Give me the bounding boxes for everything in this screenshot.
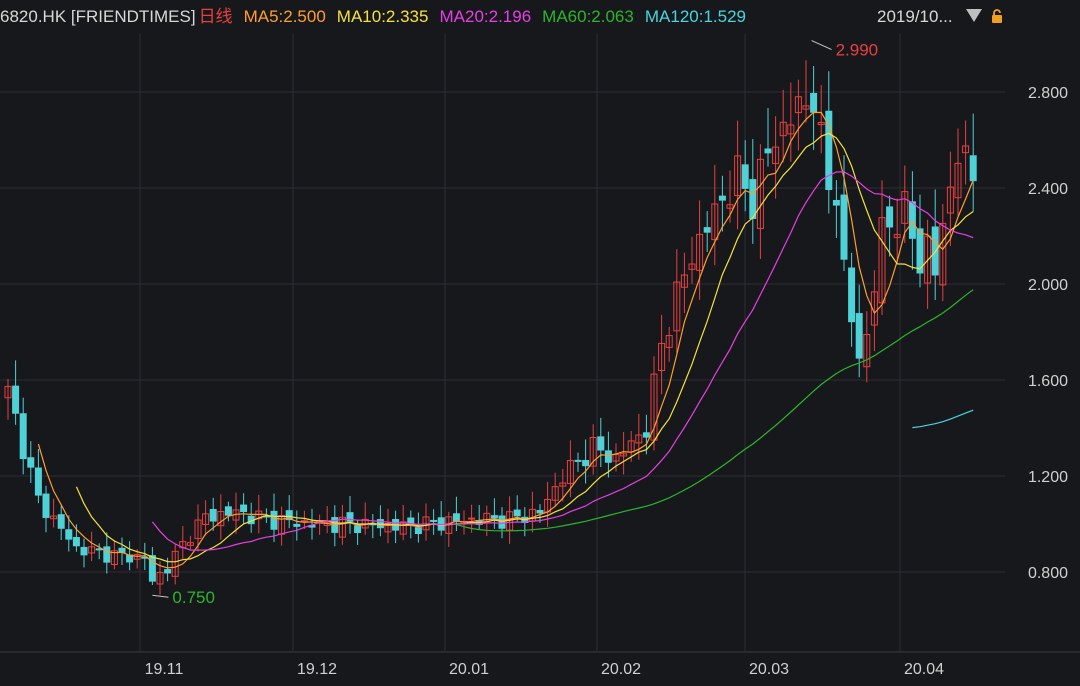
date-range-selector[interactable]: 2019/10... bbox=[877, 6, 953, 28]
y-tick-label: 1.600 bbox=[1028, 373, 1068, 390]
candle-body bbox=[42, 493, 50, 518]
ma120-line bbox=[912, 409, 974, 429]
ma60-line bbox=[456, 289, 974, 532]
candle-body bbox=[34, 467, 42, 496]
ma5-line bbox=[37, 111, 974, 569]
candle-body bbox=[224, 506, 232, 516]
period-label[interactable]: 日线 bbox=[199, 7, 233, 26]
candle-body bbox=[468, 517, 476, 520]
candle-body bbox=[810, 92, 818, 113]
candle-body bbox=[536, 510, 544, 514]
candle-body bbox=[855, 313, 863, 359]
y-tick-label: 0.800 bbox=[1028, 565, 1068, 582]
candle-body bbox=[840, 194, 848, 260]
candle-body bbox=[414, 527, 422, 535]
lock-icon[interactable] bbox=[990, 9, 1004, 23]
candle-body bbox=[72, 537, 80, 547]
candle-body bbox=[498, 515, 506, 529]
candle-body bbox=[27, 457, 35, 468]
candle-body bbox=[240, 504, 248, 513]
candle-body bbox=[293, 523, 301, 527]
candle-body bbox=[164, 569, 172, 574]
y-tick-label: 2.000 bbox=[1028, 277, 1068, 294]
candle-body bbox=[886, 206, 894, 228]
ma20-label: MA20:2.196 bbox=[439, 7, 532, 26]
candle-body bbox=[832, 199, 840, 206]
candle-body bbox=[57, 514, 65, 529]
x-tick-label: 20.02 bbox=[601, 661, 641, 678]
ma10-label: MA10:2.335 bbox=[336, 7, 429, 26]
candle-body bbox=[582, 460, 590, 467]
dropdown-arrow-icon[interactable] bbox=[966, 9, 982, 22]
candle-body bbox=[452, 513, 460, 522]
x-tick-label: 20.04 bbox=[904, 661, 944, 678]
candle-body bbox=[749, 179, 757, 219]
low-value-label: 0.750 bbox=[172, 588, 215, 607]
symbol-label: 6820.HK [FRIENDTIMES] bbox=[0, 7, 196, 26]
x-axis-labels: 19.11 19.12 20.01 20.02 20.03 20.04 bbox=[145, 661, 945, 678]
y-tick-label: 2.800 bbox=[1028, 85, 1068, 102]
candle-body bbox=[574, 459, 582, 462]
candlestick-series bbox=[4, 60, 977, 595]
candle-body bbox=[80, 546, 88, 556]
low-pointer bbox=[152, 594, 169, 598]
ma60-label: MA60:2.063 bbox=[542, 7, 634, 26]
candle-body bbox=[908, 201, 916, 239]
y-tick-label: 1.200 bbox=[1028, 469, 1068, 486]
x-tick-label: 19.12 bbox=[297, 661, 337, 678]
candle-body bbox=[490, 515, 498, 519]
candle-body bbox=[604, 450, 612, 463]
candle-body bbox=[19, 413, 27, 460]
candle-body bbox=[642, 432, 650, 438]
candle-body bbox=[209, 508, 217, 522]
candle-body bbox=[513, 509, 521, 517]
candle-body bbox=[103, 546, 111, 563]
candle-body bbox=[969, 155, 977, 182]
indicator-header: 6820.HK [FRIENDTIMES] 日线 MA5:2.500 MA10:2.3… bbox=[0, 6, 757, 28]
x-tick-label: 20.03 bbox=[749, 661, 789, 678]
moving-average-lines bbox=[37, 111, 974, 569]
candle-body bbox=[354, 525, 362, 533]
y-axis-labels: 2.800 2.400 2.000 1.600 1.200 0.800 bbox=[1028, 85, 1068, 582]
y-tick-label: 2.400 bbox=[1028, 181, 1068, 198]
ma5-label: MA5:2.500 bbox=[243, 7, 326, 26]
x-tick-label: 19.11 bbox=[145, 661, 184, 678]
candle-body bbox=[65, 529, 73, 540]
x-tick-label: 20.01 bbox=[449, 661, 489, 678]
candle-body bbox=[848, 267, 856, 323]
candle-body bbox=[703, 227, 711, 233]
candle-body bbox=[741, 164, 749, 189]
candle-body bbox=[764, 148, 772, 154]
kline-chart[interactable]: 19.11 19.12 20.01 20.02 20.03 20.04 2.800 2.40… bbox=[0, 0, 1080, 686]
high-pointer bbox=[811, 40, 832, 51]
candle-body bbox=[12, 385, 20, 414]
high-value-label: 2.990 bbox=[836, 41, 879, 60]
candle-body bbox=[270, 510, 278, 530]
ma120-label: MA120:1.529 bbox=[644, 7, 746, 26]
candle-body bbox=[718, 195, 726, 201]
candle-body bbox=[430, 519, 438, 522]
ma10-line bbox=[75, 132, 974, 563]
candle-body bbox=[597, 436, 605, 451]
